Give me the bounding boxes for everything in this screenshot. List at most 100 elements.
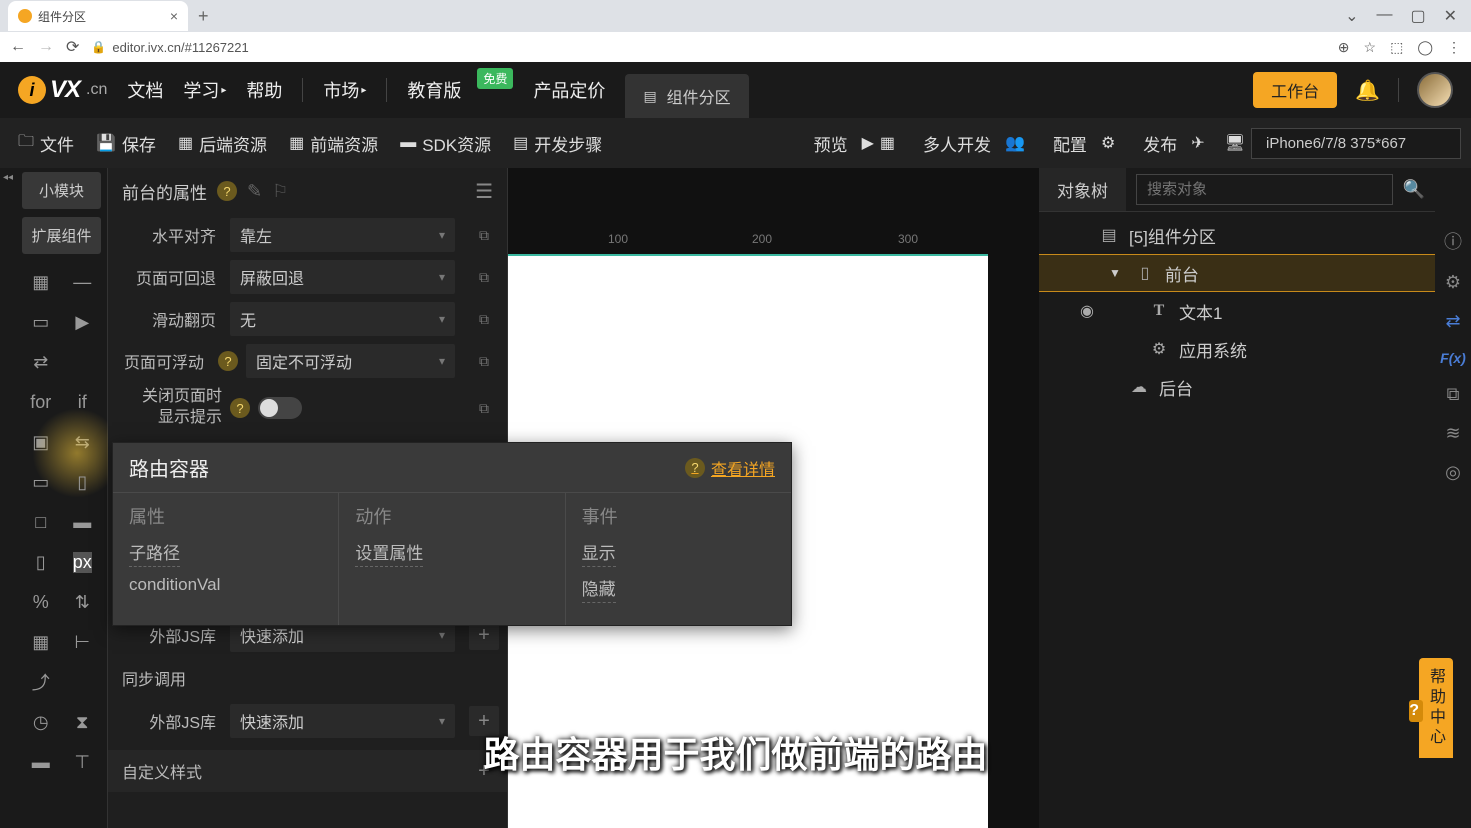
link-icon[interactable]: ⧉ bbox=[469, 260, 499, 294]
device-icon[interactable]: 🖥 bbox=[1225, 133, 1245, 153]
profile-icon[interactable]: ◯ bbox=[1417, 39, 1433, 56]
hamburger-icon[interactable]: ☰ bbox=[475, 179, 493, 204]
sort-icon[interactable]: ⇅ bbox=[62, 582, 104, 622]
if-icon[interactable]: if bbox=[62, 382, 104, 422]
box-icon[interactable]: □ bbox=[20, 502, 62, 542]
help-icon[interactable]: ? bbox=[218, 351, 238, 371]
save-button[interactable]: 💾保存 bbox=[88, 127, 164, 160]
fx-icon[interactable]: F(x) bbox=[1440, 350, 1466, 366]
browser-tab[interactable]: 组件分区 × bbox=[8, 1, 188, 31]
ext-component-button[interactable]: 扩展组件 bbox=[22, 217, 101, 254]
form-icon[interactable]: ▣ bbox=[20, 422, 62, 462]
extension-icon[interactable]: ⬚ bbox=[1390, 39, 1403, 56]
back-icon[interactable]: ← bbox=[10, 38, 26, 56]
help-icon[interactable]: ? bbox=[217, 181, 237, 201]
file-button[interactable]: 🗀文件 bbox=[10, 126, 82, 161]
current-doc-tab[interactable]: ▤ 组件分区 bbox=[625, 74, 748, 118]
sliders-icon[interactable]: ⚙ bbox=[1101, 133, 1115, 153]
nav-market[interactable]: 市场▸ bbox=[323, 77, 366, 103]
chevron-down-icon[interactable]: ⌄ bbox=[1345, 6, 1358, 26]
window-close-icon[interactable]: ✕ bbox=[1444, 6, 1457, 26]
tooltip-item[interactable]: 隐藏 bbox=[582, 575, 616, 603]
link-icon[interactable]: ⧉ bbox=[469, 344, 499, 378]
back-select[interactable]: 屏蔽回退▾ bbox=[230, 260, 455, 294]
input-icon[interactable]: ▬ bbox=[62, 502, 104, 542]
hierarchy-icon[interactable]: ⊤ bbox=[62, 742, 104, 782]
percent-icon[interactable]: % bbox=[20, 582, 62, 622]
tooltip-item[interactable]: conditionVal bbox=[129, 575, 220, 597]
device-select[interactable]: iPhone6/7/8 375*667 bbox=[1251, 128, 1461, 159]
sdk-button[interactable]: ▬SDK资源 bbox=[392, 127, 499, 160]
workspace-button[interactable]: 工作台 bbox=[1253, 72, 1337, 108]
px-icon[interactable]: px bbox=[62, 542, 104, 582]
nav-learn[interactable]: 学习▸ bbox=[183, 77, 226, 103]
stack-icon[interactable]: ▯ bbox=[62, 462, 104, 502]
page-icon[interactable]: ▭ bbox=[20, 462, 62, 502]
target-icon[interactable]: ◎ bbox=[1445, 462, 1461, 483]
search-input[interactable] bbox=[1136, 174, 1393, 205]
tree-node-text1[interactable]: ◉ T 文本1 bbox=[1039, 292, 1435, 330]
menu-icon[interactable]: ⋮ bbox=[1447, 39, 1461, 56]
close-hint-toggle[interactable] bbox=[258, 397, 302, 419]
tree-node-backend[interactable]: ☁ 后台 bbox=[1039, 368, 1435, 406]
preview-button[interactable]: 预览 bbox=[806, 127, 856, 160]
backend-button[interactable]: ▦后端资源 bbox=[170, 127, 275, 160]
link-icon[interactable]: ⧉ bbox=[469, 302, 499, 336]
bell-icon[interactable]: 🔔 bbox=[1355, 78, 1380, 103]
people-icon[interactable]: 👥 bbox=[1005, 133, 1025, 153]
hourglass-icon[interactable]: ⧗ bbox=[62, 702, 104, 742]
route-container-icon[interactable]: ⇆ bbox=[62, 422, 104, 462]
live-icon[interactable]: ▭ bbox=[20, 302, 62, 342]
eye-icon[interactable]: ◉ bbox=[1077, 301, 1097, 321]
publish-button[interactable]: 发布 bbox=[1135, 127, 1185, 160]
tree-node-appsys[interactable]: ⚙ 应用系统 bbox=[1039, 330, 1435, 368]
line-icon[interactable]: — bbox=[62, 262, 104, 302]
edit-icon[interactable]: ✎ bbox=[247, 181, 262, 202]
layers-icon[interactable]: ≋ bbox=[1445, 423, 1460, 444]
clock-icon[interactable]: ◷ bbox=[20, 702, 62, 742]
extjs2-select[interactable]: 快速添加▾ bbox=[230, 704, 455, 738]
qr-icon[interactable]: ▦ bbox=[20, 262, 62, 302]
settings-icon[interactable]: ⚙ bbox=[1445, 272, 1461, 293]
collapse-handle[interactable]: ◂◂ bbox=[0, 168, 16, 828]
tooltip-item[interactable]: 子路径 bbox=[129, 539, 180, 567]
share-icon[interactable]: ⤴ bbox=[20, 662, 62, 702]
help-icon[interactable]: ? bbox=[230, 398, 250, 418]
qr-icon[interactable]: ▦ bbox=[880, 133, 895, 153]
column-icon[interactable]: ▯ bbox=[20, 542, 62, 582]
nav-edu[interactable]: 教育版 bbox=[407, 77, 461, 103]
minimize-icon[interactable]: — bbox=[1376, 6, 1392, 26]
send-icon[interactable]: ✈ bbox=[1191, 133, 1204, 153]
new-tab-button[interactable]: + bbox=[198, 6, 209, 27]
video-icon[interactable]: ▶ bbox=[62, 302, 104, 342]
maximize-icon[interactable]: ▢ bbox=[1410, 6, 1425, 26]
small-module-button[interactable]: 小模块 bbox=[22, 172, 101, 209]
tooltip-item[interactable]: 显示 bbox=[582, 539, 616, 567]
url-field[interactable]: 🔒 editor.ivx.cn/#11267221 bbox=[91, 40, 248, 55]
float-select[interactable]: 固定不可浮动▾ bbox=[246, 344, 455, 378]
help-center-button[interactable]: 帮助中心 ? bbox=[1419, 658, 1453, 758]
swipe-select[interactable]: 无▾ bbox=[230, 302, 455, 336]
avatar[interactable] bbox=[1417, 72, 1453, 108]
halign-select[interactable]: 靠左▾ bbox=[230, 218, 455, 252]
copy-icon[interactable]: ⧉ bbox=[1447, 384, 1460, 405]
tree-icon[interactable]: ⊢ bbox=[62, 622, 104, 662]
for-icon[interactable]: for bbox=[20, 382, 62, 422]
nav-pricing[interactable]: 产品定价 bbox=[533, 77, 605, 103]
frontend-button[interactable]: ▦前端资源 bbox=[281, 127, 386, 160]
chevron-down-icon[interactable]: ▼ bbox=[1109, 266, 1121, 280]
search-icon[interactable]: 🔍 bbox=[1393, 179, 1425, 200]
link-icon[interactable]: ⧉ bbox=[469, 391, 499, 425]
config-button[interactable]: 配置 bbox=[1045, 127, 1095, 160]
tab-close-icon[interactable]: × bbox=[170, 8, 178, 24]
detail-link[interactable]: ? 查看详情 bbox=[685, 456, 775, 480]
reload-icon[interactable]: ⟳ bbox=[66, 37, 79, 57]
tree-tab[interactable]: 对象树 bbox=[1039, 168, 1126, 211]
tooltip-item[interactable]: 设置属性 bbox=[355, 539, 423, 567]
link-icon[interactable]: ⧉ bbox=[469, 218, 499, 252]
slider-icon[interactable]: ⇄ bbox=[20, 342, 62, 382]
logo[interactable]: i VX .cn bbox=[18, 76, 107, 104]
info-icon[interactable]: ⓘ bbox=[1444, 228, 1462, 254]
nav-docs[interactable]: 文档 bbox=[127, 77, 163, 103]
nav-help[interactable]: 帮助 bbox=[246, 77, 282, 103]
